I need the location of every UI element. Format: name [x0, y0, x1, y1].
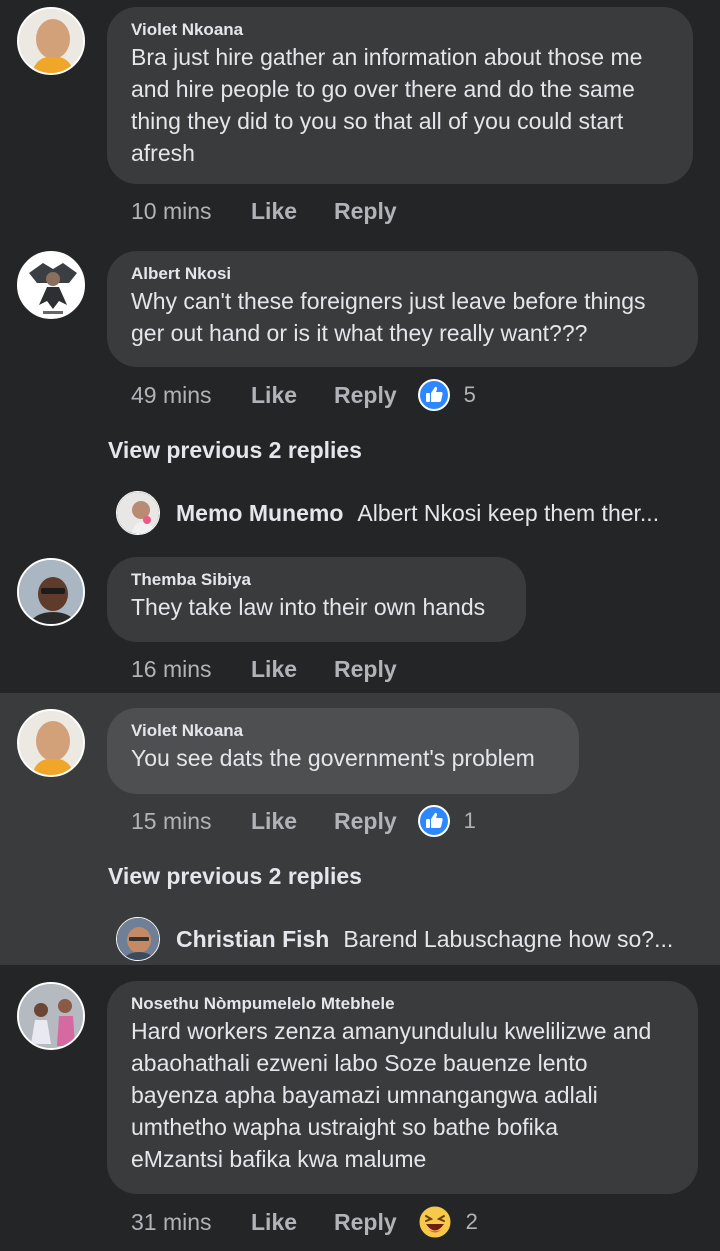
comment-text-line: bayenza apha bayamazi umnangangwa adlali — [131, 1082, 598, 1108]
like-button[interactable]: Like — [251, 382, 297, 409]
avatar[interactable] — [17, 982, 85, 1050]
reply-author[interactable]: Memo Munemo — [176, 500, 343, 527]
reply-button[interactable]: Reply — [334, 1209, 397, 1236]
comment-time[interactable]: 15 mins — [131, 808, 251, 835]
comment-bubble[interactable]: Nosethu Nòmpumelelo Mtebhele Hard worker… — [107, 981, 698, 1194]
comment-author[interactable]: Violet Nkoana — [131, 720, 557, 742]
avatar[interactable] — [17, 251, 85, 319]
comment-item: Violet Nkoana Bra just hire gather an in… — [0, 0, 720, 235]
comment-actions: 16 mins Like Reply — [131, 653, 434, 685]
comment-bubble[interactable]: Violet Nkoana You see dats the governmen… — [107, 708, 579, 794]
comment-text-line: Bra just hire gather an information abou… — [131, 44, 643, 70]
comment-bubble[interactable]: Themba Sibiya They take law into their o… — [107, 557, 526, 642]
comment-text-line: Hard workers zenza amanyundululu kwelili… — [131, 1018, 652, 1044]
comment-bubble[interactable]: Violet Nkoana Bra just hire gather an in… — [107, 7, 693, 184]
comment-time[interactable]: 49 mins — [131, 382, 251, 409]
comment-author[interactable]: Violet Nkoana — [131, 19, 671, 41]
thumbs-up-icon — [417, 379, 450, 411]
comment-time[interactable]: 16 mins — [131, 656, 251, 683]
thumbs-up-icon — [417, 805, 450, 837]
laughing-emoji-icon — [418, 1205, 452, 1239]
comment-text-line: You see dats the government's problem — [131, 745, 535, 771]
comment-text-line: umthetho wapha ustraight so bathe bofika — [131, 1114, 559, 1140]
avatar[interactable] — [116, 491, 160, 535]
reaction-count[interactable]: 5 — [417, 379, 476, 411]
comment-actions: 10 mins Like Reply — [131, 195, 434, 227]
avatar-photo — [117, 492, 159, 534]
reaction-count-value: 1 — [463, 808, 476, 833]
comment-author[interactable]: Albert Nkosi — [131, 263, 676, 285]
avatar-photo — [19, 711, 83, 775]
reaction-count[interactable]: 2 — [418, 1205, 478, 1239]
comment-actions: 15 mins Like Reply 1 — [131, 805, 476, 837]
avatar[interactable] — [17, 558, 85, 626]
comment-text-line: and hire people to go over there and do … — [131, 76, 635, 102]
comment-text-line: ger out hand or is it what they really w… — [131, 320, 588, 346]
avatar-photo — [19, 984, 83, 1048]
like-button[interactable]: Like — [251, 1209, 297, 1236]
comment-time[interactable]: 31 mins — [131, 1209, 251, 1236]
comment-text-line: abaohathali ezweni labo Soze bauenze len… — [131, 1050, 588, 1076]
reaction-count[interactable]: 1 — [417, 805, 476, 837]
reply-button[interactable]: Reply — [334, 198, 397, 225]
like-button[interactable]: Like — [251, 656, 297, 683]
avatar-photo — [117, 918, 159, 960]
avatar[interactable] — [17, 709, 85, 777]
reply-preview-text: Barend Labuschagne how so?... — [343, 925, 674, 952]
comment-text-line: thing they did to you so that all of you… — [131, 108, 624, 134]
like-button[interactable]: Like — [251, 198, 297, 225]
comment-time[interactable]: 10 mins — [131, 198, 251, 225]
comment-author[interactable]: Nosethu Nòmpumelelo Mtebhele — [131, 993, 676, 1015]
reaction-count-value: 2 — [465, 1209, 478, 1234]
view-previous-replies-link[interactable]: View previous 2 replies — [108, 863, 362, 890]
comment-actions: 49 mins Like Reply 5 — [131, 379, 476, 411]
comment-item: Nosethu Nòmpumelelo Mtebhele Hard worker… — [0, 965, 720, 1251]
reply-button[interactable]: Reply — [334, 656, 397, 683]
avatar[interactable] — [116, 917, 160, 961]
view-previous-replies-link[interactable]: View previous 2 replies — [108, 437, 362, 464]
reaction-count-value: 5 — [463, 382, 476, 407]
avatar-photo — [19, 560, 83, 624]
comment-item: Albert Nkosi Why can't these foreigners … — [0, 235, 720, 545]
reply-author[interactable]: Christian Fish — [176, 926, 329, 953]
avatar[interactable] — [17, 7, 85, 75]
reply-button[interactable]: Reply — [334, 382, 397, 409]
like-button[interactable]: Like — [251, 808, 297, 835]
reply-preview-text: Albert Nkosi keep them ther... — [357, 499, 660, 526]
comment-text-line: They take law into their own hands — [131, 594, 486, 620]
reply-button[interactable]: Reply — [334, 808, 397, 835]
comment-text-line: afresh — [131, 140, 195, 166]
comment-item-highlighted: Violet Nkoana You see dats the governmen… — [0, 693, 720, 965]
comment-author[interactable]: Themba Sibiya — [131, 569, 504, 591]
latest-reply[interactable]: Christian Fish Barend Labuschagne how so… — [116, 917, 673, 961]
latest-reply[interactable]: Memo Munemo Albert Nkosi keep them ther.… — [116, 491, 659, 535]
comment-actions: 31 mins Like Reply 2 — [131, 1205, 478, 1239]
comment-bubble[interactable]: Albert Nkosi Why can't these foreigners … — [107, 251, 698, 367]
avatar-photo — [19, 9, 83, 73]
avatar-photo — [19, 253, 83, 317]
comment-item: Themba Sibiya They take law into their o… — [0, 545, 720, 693]
comment-text-line: eMzantsi bafika kwa malume — [131, 1146, 427, 1172]
comment-text-line: Why can't these foreigners just leave be… — [131, 288, 646, 314]
